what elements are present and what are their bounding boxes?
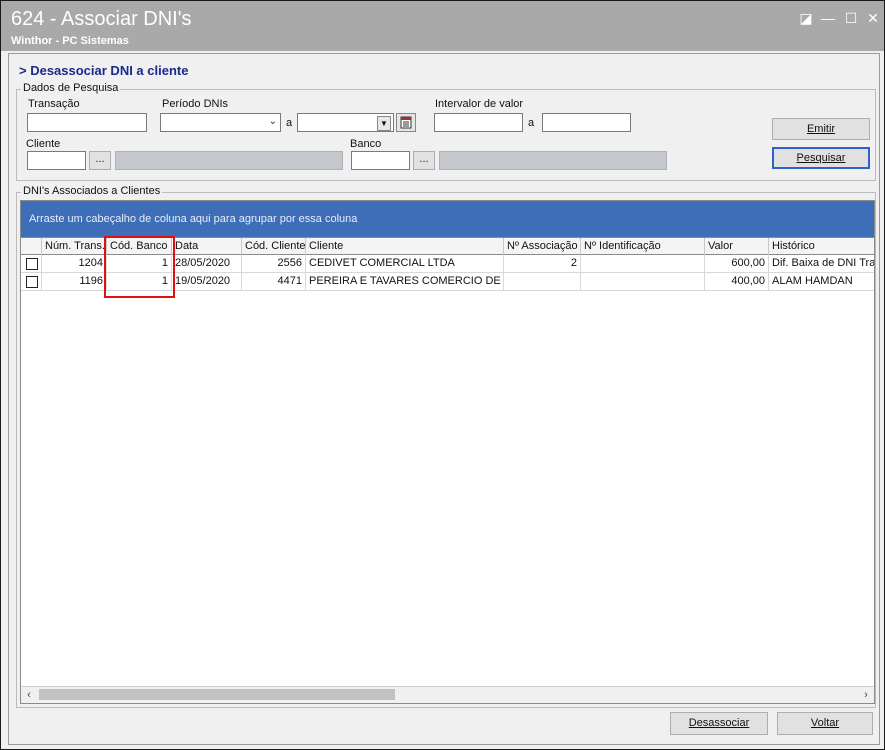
close-button[interactable]: ✕ [865, 11, 881, 25]
group-by-panel[interactable]: Arraste um cabeçalho de coluna aqui para… [21, 201, 874, 237]
cliente-name-display [115, 151, 343, 170]
highlight-box [104, 236, 175, 298]
grid-group-label: DNI's Associados a Clientes [21, 185, 163, 197]
cell-data: 28/05/2020 [172, 255, 242, 272]
scroll-thumb[interactable] [39, 689, 395, 700]
page-heading: > Desassociar DNI a cliente [19, 63, 189, 78]
cell-valor: 400,00 [705, 273, 769, 290]
header-n-associacao[interactable]: Nº Associação [504, 238, 581, 255]
calendar-button[interactable] [396, 113, 416, 132]
emitir-button[interactable]: Emitir [772, 118, 870, 140]
cell-n-identificacao [581, 273, 705, 290]
header-data[interactable]: Data [172, 238, 242, 255]
cell-cod-cliente: 4471 [242, 273, 306, 290]
row-select-cell[interactable] [21, 273, 42, 290]
cell-n-identificacao [581, 255, 705, 272]
cell-num-trans: 1204 [42, 255, 107, 272]
valor-to-input[interactable] [542, 113, 631, 132]
cell-historico: ALAM HAMDAN [772, 275, 853, 287]
header-cod-cliente[interactable]: Cód. Cliente [242, 238, 306, 255]
window-title: 624 - Associar DNI's [11, 8, 192, 30]
maximize-button[interactable]: ☐ [843, 11, 859, 25]
header-cliente[interactable]: Cliente [306, 238, 504, 255]
valor-from-input[interactable] [434, 113, 523, 132]
window-subtitle: Winthor - PC Sistemas [11, 35, 129, 47]
chevron-down-icon[interactable]: ⌄ [269, 116, 277, 127]
cell-cliente: CEDIVET COMERCIAL LTDA [306, 255, 504, 272]
transacao-label: Transação [28, 98, 80, 110]
periodo-separator: a [286, 117, 293, 129]
cell-valor: 600,00 [705, 255, 769, 272]
row-select-cell[interactable] [21, 255, 42, 272]
pesquisar-button[interactable]: Pesquisar [772, 147, 870, 169]
emitir-label: Emitir [806, 123, 836, 135]
header-select[interactable] [21, 238, 42, 255]
banco-name-display [439, 151, 667, 170]
transacao-input[interactable] [27, 113, 147, 132]
desassociar-label: Desassociar [688, 717, 750, 729]
dropdown-arrow-icon[interactable]: ▼ [377, 116, 391, 131]
desassociar-button[interactable]: Desassociar [670, 712, 768, 735]
pesquisar-label: Pesquisar [796, 152, 846, 164]
cliente-code-input[interactable] [27, 151, 86, 170]
cell-n-associacao [504, 273, 581, 290]
row-checkbox[interactable] [26, 258, 38, 270]
cell-cliente: PEREIRA E TAVARES COMERCIO DE PRO [306, 273, 504, 290]
cliente-lookup-button[interactable]: ... [89, 151, 111, 170]
main-window: 624 - Associar DNI's Winthor - PC Sistem… [0, 0, 885, 750]
content-panel: > Desassociar DNI a cliente Dados de Pes… [8, 53, 880, 745]
horizontal-scrollbar[interactable]: ‹ › [21, 686, 874, 703]
banco-label: Banco [350, 138, 382, 150]
dni-grid: Arraste um cabeçalho de coluna aqui para… [20, 200, 875, 704]
header-n-identificacao[interactable]: Nº Identificação [581, 238, 705, 255]
header-num-trans[interactable]: Núm. Trans. [42, 238, 107, 255]
voltar-label: Voltar [810, 717, 840, 729]
row-checkbox[interactable] [26, 276, 38, 288]
restore-icon[interactable]: ◪ [798, 11, 814, 25]
valor-label: Intervalor de valor [435, 98, 524, 110]
search-group-label: Dados de Pesquisa [21, 82, 121, 94]
periodo-to-combo[interactable]: ▼ [297, 113, 394, 132]
periodo-from-combo[interactable]: ⌄ [160, 113, 281, 132]
cell-n-associacao: 2 [504, 255, 581, 272]
voltar-button[interactable]: Voltar [777, 712, 873, 735]
cliente-label: Cliente [26, 138, 61, 150]
cell-cod-cliente: 2556 [242, 255, 306, 272]
header-historico[interactable]: Histórico [769, 238, 874, 255]
cell-num-trans: 1196 [42, 273, 107, 290]
title-bar: 624 - Associar DNI's Winthor - PC Sistem… [1, 1, 884, 51]
cell-historico: Dif. Baixa de DNI Tran [772, 257, 874, 269]
scroll-right-icon[interactable]: › [858, 687, 874, 703]
scroll-left-icon[interactable]: ‹ [21, 687, 37, 703]
cell-data: 19/05/2020 [172, 273, 242, 290]
calendar-icon [400, 116, 412, 129]
banco-code-input[interactable] [351, 151, 410, 170]
periodo-label: Período DNIs [162, 98, 229, 110]
minimize-button[interactable]: — [820, 11, 836, 25]
banco-lookup-button[interactable]: ... [413, 151, 435, 170]
valor-separator: a [528, 117, 535, 129]
header-valor[interactable]: Valor [705, 238, 769, 255]
